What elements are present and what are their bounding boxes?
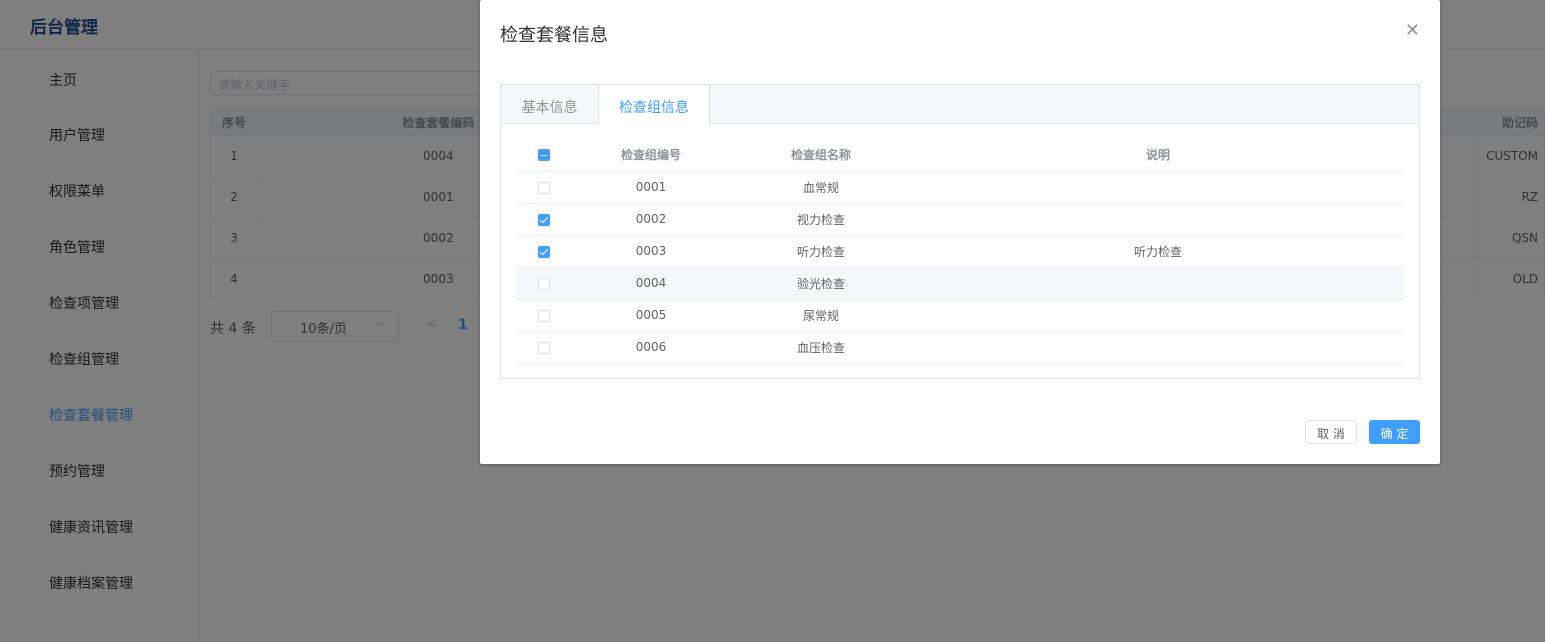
group-row[interactable]: 0006 血压检查 [516,331,1404,364]
dialog-title: 检查套餐信息 [500,25,608,46]
row-select-cell [516,235,572,268]
close-icon[interactable]: ✕ [1405,20,1420,41]
tab-basic-info[interactable]: 基本信息 [501,85,598,125]
row-select-cell [516,171,572,204]
row-checkbox[interactable] [538,213,550,226]
group-name: 验光检查 [730,267,912,300]
row-select-cell [516,267,572,300]
group-name: 视力检查 [730,203,912,236]
cancel-button[interactable]: 取 消 [1305,420,1357,444]
group-code: 0003 [572,235,730,268]
group-name: 听力检查 [730,235,912,268]
group-table-header-row: 检查组编号 检查组名称 说明 [516,139,1404,172]
row-checkbox[interactable] [538,181,550,194]
row-checkbox[interactable] [538,309,550,322]
group-code: 0005 [572,299,730,332]
check-group-table: 检查组编号 检查组名称 说明 0001 血常规 0002 视力检查 0003 听… [516,139,1404,364]
row-checkbox[interactable] [538,277,550,290]
group-name: 尿常规 [730,299,912,332]
confirm-button[interactable]: 确 定 [1369,420,1420,444]
group-code: 0001 [572,171,730,204]
tab-group-info[interactable]: 检查组信息 [598,85,710,125]
row-select-cell [516,203,572,236]
select-all-checkbox[interactable] [538,149,550,162]
group-row[interactable]: 0002 视力检查 [516,203,1404,236]
group-remark [912,267,1404,300]
group-code: 0006 [572,331,730,364]
select-all-cell [516,139,572,172]
package-info-dialog: 检查套餐信息 ✕ 基本信息 检查组信息 检查组编号 检查组名称 说明 0001 … [480,0,1440,464]
group-remark [912,331,1404,364]
column-header-group-name: 检查组名称 [730,139,912,172]
group-name: 血压检查 [730,331,912,364]
row-checkbox[interactable] [538,341,550,354]
group-remark [912,299,1404,332]
dialog-tabs: 基本信息 检查组信息 检查组编号 检查组名称 说明 0001 血常规 0002 … [500,84,1420,379]
group-row[interactable]: 0001 血常规 [516,171,1404,204]
group-row[interactable]: 0004 验光检查 [516,267,1404,300]
group-code: 0002 [572,203,730,236]
column-header-group-code: 检查组编号 [572,139,730,172]
group-remark [912,171,1404,204]
column-header-remark: 说明 [912,139,1404,172]
group-remark: 听力检查 [912,235,1404,268]
row-checkbox[interactable] [538,245,550,258]
group-name: 血常规 [730,171,912,204]
group-row[interactable]: 0003 听力检查 听力检查 [516,235,1404,268]
group-row[interactable]: 0005 尿常规 [516,299,1404,332]
group-remark [912,203,1404,236]
group-code: 0004 [572,267,730,300]
row-select-cell [516,299,572,332]
tab-bar: 基本信息 检查组信息 [501,85,1419,125]
row-select-cell [516,331,572,364]
